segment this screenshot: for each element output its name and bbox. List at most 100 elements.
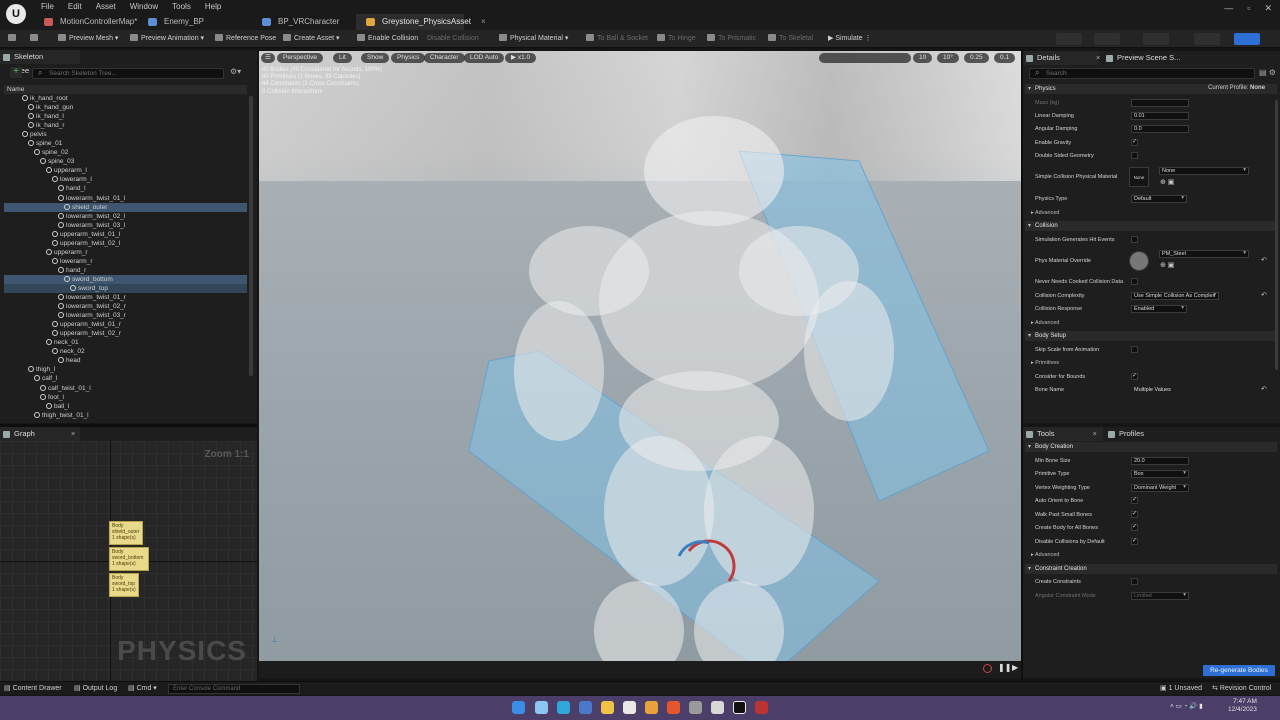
constraint-creation-section-header[interactable]: Constraint Creation <box>1025 564 1277 574</box>
search-icon[interactable] <box>535 701 548 714</box>
close-icon[interactable]: × <box>1093 429 1097 438</box>
physical-material-button[interactable]: Physical Material ▾ <box>499 33 568 45</box>
sim-hit-events-checkbox[interactable] <box>1131 236 1138 243</box>
menu-window[interactable]: Window <box>123 1 165 13</box>
to-skeletal-button[interactable]: To Skeletal <box>768 33 813 45</box>
tree-bone-row[interactable]: lowerarm_twist_01_r <box>4 293 247 302</box>
menu-help[interactable]: Help <box>198 1 228 13</box>
tree-bone-row[interactable]: ik_hand_root <box>4 94 247 103</box>
disable-collisions-checkbox[interactable]: ✓ <box>1131 538 1138 545</box>
tree-bone-row[interactable]: spine_03 <box>4 157 247 166</box>
close-tab-icon[interactable]: × <box>481 17 486 26</box>
chrome-icon[interactable] <box>645 701 658 714</box>
collision-response-dropdown[interactable]: Enabled <box>1131 305 1187 313</box>
tree-bone-row[interactable]: neck_02 <box>4 347 247 356</box>
rotation-snap-value[interactable]: 10° <box>937 53 959 63</box>
menu-tools[interactable]: Tools <box>165 1 198 13</box>
skeleton-search-input[interactable]: Search Skeleton Tree... <box>32 68 224 79</box>
transform-tools[interactable] <box>819 53 911 63</box>
primitives-expander[interactable]: ▸ Primitives <box>1031 359 1059 367</box>
simple-collision-material-dropdown[interactable]: None <box>1159 167 1249 175</box>
to-ball-socket-button[interactable]: To Ball & Socket <box>586 33 648 45</box>
primitive-type-dropdown[interactable]: Box <box>1131 470 1189 478</box>
tree-bone-row[interactable]: lowerarm_twist_02_l <box>4 212 247 221</box>
unreal-taskbar-icon[interactable] <box>733 701 746 714</box>
disable-collision-button[interactable]: Disable Collision <box>427 33 479 45</box>
angular-damping-field[interactable]: 0.0 <box>1131 125 1189 133</box>
start-icon[interactable] <box>512 701 525 714</box>
create-asset-button[interactable]: Create Asset ▾ <box>283 33 340 45</box>
terminal-icon[interactable] <box>711 701 724 714</box>
physics-graph[interactable]: Zoom 1:1 Body shield_outer 1 shape(s) Body… <box>0 441 257 681</box>
tree-bone-row[interactable]: calf_l <box>4 374 247 383</box>
tree-bone-row[interactable]: ball_l <box>4 402 247 411</box>
reset-to-default-icon[interactable]: ↶ <box>1261 291 1267 299</box>
simulate-button[interactable]: ▶ Simulate ⋮ <box>828 33 872 45</box>
tree-bone-row[interactable]: sword_bottom <box>4 274 247 284</box>
play-icon[interactable]: ▶ <box>1012 663 1018 672</box>
reset-to-default-icon[interactable]: ↶ <box>1261 385 1267 393</box>
tree-bone-row[interactable]: ik_hand_l <box>4 112 247 121</box>
menu-edit[interactable]: Edit <box>61 1 89 13</box>
tree-bone-row[interactable]: lowerarm_r <box>4 257 247 266</box>
mesh-mode-icon[interactable] <box>1094 33 1120 45</box>
reset-to-default-icon[interactable]: ↶ <box>1261 256 1267 264</box>
tree-bone-row[interactable]: upperarm_twist_02_r <box>4 329 247 338</box>
reference-pose-button[interactable]: Reference Pose <box>215 33 276 45</box>
tree-bone-row[interactable]: pelvis <box>4 130 247 139</box>
regenerate-bodies-button[interactable]: Re-generate Bodies <box>1203 665 1275 676</box>
tree-bone-row[interactable]: ik_hand_gun <box>4 103 247 112</box>
perspective-button[interactable]: Perspective <box>277 53 323 63</box>
blueprint-mode-icon[interactable] <box>1194 33 1220 45</box>
details-scrollbar[interactable] <box>1275 100 1278 370</box>
advanced-expander[interactable]: ▸ Advanced <box>1031 319 1059 327</box>
minimize-icon[interactable]: — <box>1224 3 1233 14</box>
tree-bone-row[interactable]: spine_01 <box>4 139 247 148</box>
cmd-dropdown[interactable]: ▤ Cmd ▾ <box>128 684 157 694</box>
never-cooked-checkbox[interactable] <box>1131 278 1138 285</box>
clock[interactable]: 7:47 AM 12/4/2023 <box>1228 698 1257 714</box>
tree-bone-row[interactable]: spine_02 <box>4 148 247 157</box>
advanced-expander[interactable]: ▸ Advanced <box>1031 551 1059 559</box>
console-input[interactable]: Enter Console Command <box>168 684 300 694</box>
camera-speed-value[interactable]: 0.1 <box>994 53 1016 63</box>
enable-collision-button[interactable]: Enable Collision <box>357 33 418 45</box>
preview-scene-tab[interactable]: Preview Scene S... <box>1103 51 1183 65</box>
save-icon[interactable] <box>8 33 19 45</box>
material-thumbnail[interactable]: None <box>1129 167 1149 187</box>
phys-material-override-dropdown[interactable]: PM_Steel <box>1159 250 1249 258</box>
viewport-menu-icon[interactable]: ☰ <box>261 53 275 63</box>
skeleton-mode-icon[interactable] <box>1056 33 1082 45</box>
skeleton-tree-tab[interactable]: Skeleton Tree× <box>0 50 80 75</box>
unsaved-indicator[interactable]: ▣ 1 Unsaved <box>1160 684 1202 694</box>
tree-bone-row[interactable]: lowerarm_twist_02_r <box>4 302 247 311</box>
menu-asset[interactable]: Asset <box>89 1 123 13</box>
tab-motion-controller-map[interactable]: MotionControllerMap* <box>34 14 137 30</box>
body-creation-section-header[interactable]: Body Creation <box>1025 442 1277 452</box>
linear-damping-field[interactable]: 0.01 <box>1131 112 1189 120</box>
menu-file[interactable]: File <box>34 1 61 13</box>
physics-button[interactable]: Physics <box>391 53 426 63</box>
tree-bone-row[interactable]: lowerarm_twist_03_r <box>4 311 247 320</box>
tree-bone-row[interactable]: foot_l <box>4 393 247 402</box>
scale-snap-value[interactable]: 0.25 <box>964 53 989 63</box>
graph-tab[interactable]: Graph × <box>0 427 80 441</box>
tree-bone-row[interactable]: thigh_l <box>4 365 247 374</box>
consider-bounds-checkbox[interactable]: ✓ <box>1131 373 1138 380</box>
tree-bone-row[interactable]: lowerarm_twist_03_l <box>4 221 247 230</box>
character-button[interactable]: Character <box>424 53 465 63</box>
body-setup-section-header[interactable]: Body Setup <box>1025 331 1277 341</box>
tree-bone-row[interactable]: upperarm_twist_02_l <box>4 239 247 248</box>
tree-bone-row[interactable]: hand_l <box>4 184 247 193</box>
content-drawer-button[interactable]: ▤ Content Drawer <box>4 684 62 694</box>
viewport[interactable]: ☰ Perspective Lit Show Physics Character… <box>259 51 1021 678</box>
tree-bone-row[interactable]: upperarm_l <box>4 166 247 175</box>
lod-button[interactable]: LOD Auto <box>464 53 505 63</box>
create-body-checkbox[interactable]: ✓ <box>1131 524 1138 531</box>
collision-section-header[interactable]: Collision <box>1025 221 1277 231</box>
skip-scale-checkbox[interactable] <box>1131 346 1138 353</box>
profiles-tab[interactable]: Profiles <box>1105 427 1165 441</box>
graph-node-shield-outer[interactable]: Body shield_outer 1 shape(s) <box>109 521 143 545</box>
animation-mode-icon[interactable] <box>1143 33 1169 45</box>
tab-greystone-physics-asset[interactable]: Greystone_PhysicsAsset × <box>356 14 486 30</box>
